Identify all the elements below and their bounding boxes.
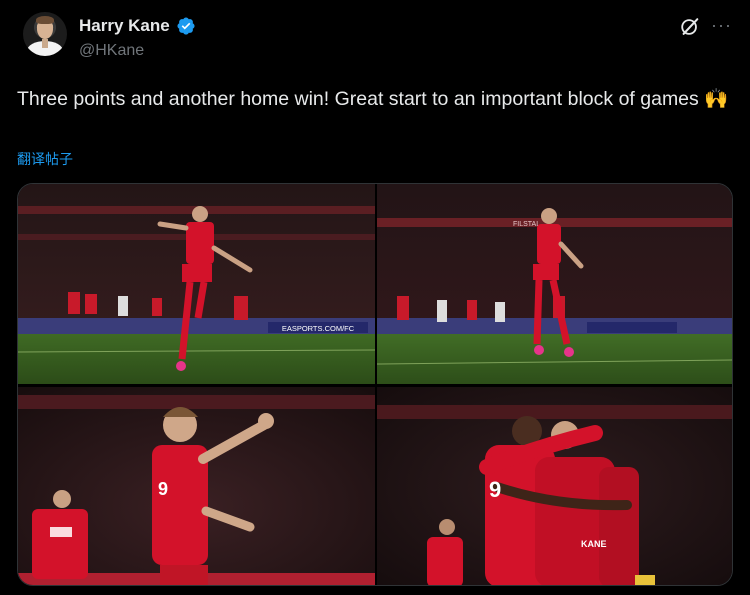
tweet-text: Three points and another home win! Great…: [17, 88, 729, 110]
media-photo-4[interactable]: 9 KANE: [377, 387, 732, 585]
more-options-icon[interactable]: ···: [711, 16, 732, 34]
ad-board-text: EASPORTS.COM/FC: [282, 324, 355, 333]
top-actions: ···: [679, 16, 732, 38]
svg-text:9: 9: [489, 477, 501, 502]
tweet-card: Harry Kane @HKane ··· Three points and a…: [0, 0, 750, 595]
media-photo-1[interactable]: EASPORTS.COM/FC: [18, 184, 375, 384]
avatar-neck: [42, 39, 48, 48]
media-photo-2[interactable]: FILSTAL: [377, 184, 732, 384]
display-name[interactable]: Harry Kane: [79, 16, 170, 36]
author-name-row: Harry Kane: [79, 16, 196, 36]
user-handle[interactable]: @HKane: [79, 42, 144, 60]
media-photo-3[interactable]: 9: [18, 387, 375, 585]
svg-text:9: 9: [158, 479, 168, 499]
avatar[interactable]: [23, 12, 67, 56]
verified-badge-icon: [177, 17, 195, 35]
grok-icon[interactable]: [679, 16, 701, 38]
svg-text:KANE: KANE: [581, 539, 607, 549]
stadium-banner-text: FILSTAL: [513, 221, 540, 228]
translate-post-link[interactable]: 翻译帖子: [17, 149, 73, 169]
avatar-hair: [36, 16, 54, 24]
media-grid: EASPORTS.COM/FC FILSTAL 9 9 KANE: [17, 183, 733, 586]
